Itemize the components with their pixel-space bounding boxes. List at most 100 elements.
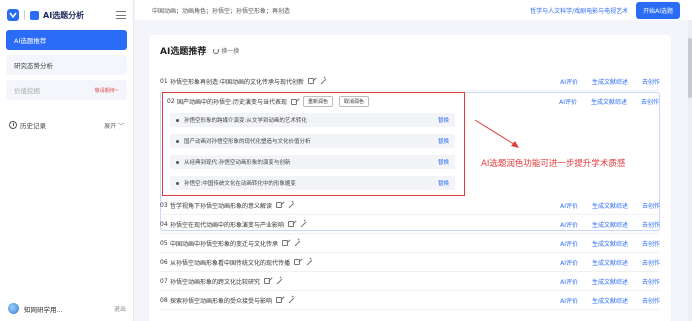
polish-wand-icon[interactable]: [300, 218, 307, 227]
history-label: 历史记录: [20, 122, 46, 130]
edit-icon[interactable]: [308, 78, 315, 84]
ai-evaluate-link[interactable]: AI评价: [560, 277, 578, 286]
refresh-icon: [213, 47, 220, 54]
polish-wand-icon[interactable]: [320, 75, 327, 84]
row-actions: AI评价 生成文献综述 去创作: [546, 239, 660, 248]
highlight-box: [162, 92, 465, 196]
topic-row[interactable]: 01 孙悟空形象再创造:中国动画的文化传承与现代创新 AI评价 生成文献综述 去…: [160, 72, 660, 91]
nav-item-label: AI选题推荐: [14, 37, 47, 45]
logo-icon[interactable]: [7, 9, 19, 21]
ai-evaluate-link[interactable]: AI评价: [560, 239, 578, 248]
generate-review-link[interactable]: 生成文献综述: [592, 296, 628, 305]
row-title: 孙悟空形象再创造:中国动画的文化传承与现代创新: [170, 78, 305, 86]
generate-review-link[interactable]: 生成文献综述: [592, 201, 628, 210]
row-title: 孙悟空在现代动画中的形象演变与产业影响: [170, 221, 285, 229]
go-create-link[interactable]: 去创作: [642, 201, 660, 210]
sidebar-header: AI选题分析: [0, 0, 133, 30]
topic-row[interactable]: 03 哲学视角下孙悟空动画形象的意义解读 AI评价 生成文献综述 去创作: [160, 196, 660, 215]
generate-review-link[interactable]: 生成文献综述: [592, 239, 628, 248]
row-number: 03: [160, 201, 168, 209]
start-ai-topic-button[interactable]: 开始AI选题: [636, 1, 680, 19]
card-header: AI选题推荐 换一换: [149, 35, 671, 66]
row-actions: AI评价 生成文献综述 去创作: [545, 97, 659, 106]
edit-icon[interactable]: [276, 297, 283, 303]
polish-wand-icon[interactable]: [288, 294, 295, 303]
generate-review-link[interactable]: 生成文献综述: [591, 97, 627, 106]
generate-review-link[interactable]: 生成文献综述: [592, 220, 628, 229]
nav-item-topic-recommend[interactable]: AI选题推荐: [6, 30, 127, 50]
row-number: 04: [160, 220, 168, 228]
refresh-label: 换一换: [221, 48, 240, 55]
keywords-text: 中国动画；动画角色；孙悟空；孙悟空形象；再创造: [152, 7, 291, 15]
annotation-text: AI选题润色功能可进一步提升学术质感: [481, 159, 626, 169]
row-actions: AI评价 生成文献综述 去创作: [546, 220, 660, 229]
card-title: AI选题推荐: [160, 47, 207, 57]
row-number: 07: [160, 277, 168, 285]
polish-wand-icon[interactable]: [288, 199, 295, 208]
app-icon: [30, 10, 39, 20]
generate-review-link[interactable]: 生成文献综述: [592, 277, 628, 286]
row-title: 从孙悟空动画形象看中国传统文化的现代传播: [170, 259, 291, 267]
logout-button[interactable]: 退出: [114, 304, 126, 313]
generate-review-link[interactable]: 生成文献综述: [592, 77, 628, 86]
ai-evaluate-link[interactable]: AI评价: [560, 258, 578, 267]
row-number: 01: [160, 77, 168, 85]
row-title: 孙悟空动画形象的跨文化比较研究: [170, 278, 261, 286]
row-actions: AI评价 生成文献综述 去创作: [546, 296, 660, 305]
refresh-button[interactable]: 换一换: [213, 46, 239, 55]
topic-row[interactable]: 07 孙悟空动画形象的跨文化比较研究 AI评价 生成文献综述 去创作: [160, 272, 660, 291]
nav-item-research-trends[interactable]: 研究态势分析: [6, 55, 127, 75]
row-number: 06: [160, 258, 168, 266]
edit-icon[interactable]: [276, 202, 283, 208]
generate-review-link[interactable]: 生成文献综述: [592, 258, 628, 267]
user-name: 知网研学用...: [24, 305, 63, 314]
edit-icon[interactable]: [288, 221, 295, 227]
row-actions: AI评价 生成文献综述 去创作: [546, 201, 660, 210]
ai-evaluate-link[interactable]: AI评价: [560, 296, 578, 305]
topbar: 中国动画；动画角色；孙悟空；孙悟空形象；再创造 哲学与人文科学/戏剧电影与电视艺…: [135, 0, 692, 20]
discipline-link[interactable]: 哲学与人文科学/戏剧电影与电视艺术: [530, 6, 628, 15]
edit-icon[interactable]: [264, 278, 271, 284]
topic-row[interactable]: 08 探索孙悟空动画形象的受众接受与影响 AI评价 生成文献综述 去创作: [160, 291, 660, 310]
sidebar: AI选题分析 AI选题推荐 研究态势分析 价值挖掘 敬请期待~ 历史记录 展开 …: [0, 0, 134, 321]
row-title: 哲学视角下孙悟空动画形象的意义解读: [170, 202, 273, 210]
go-create-link[interactable]: 去创作: [642, 239, 660, 248]
ai-evaluate-link[interactable]: AI评价: [559, 97, 577, 106]
app-title: AI选题分析: [43, 10, 85, 20]
polish-wand-icon[interactable]: [306, 256, 313, 265]
row-actions: AI评价 生成文献综述 去创作: [546, 277, 660, 286]
ai-evaluate-link[interactable]: AI评价: [560, 77, 578, 86]
divider: [24, 10, 25, 20]
row-title: 中国动画中孙悟空形象的变迁与文化传承: [170, 240, 279, 248]
go-create-link[interactable]: 去创作: [641, 97, 659, 106]
nav-item-value-mining[interactable]: 价值挖掘 敬请期待~: [6, 80, 127, 100]
polish-wand-icon[interactable]: [276, 275, 283, 284]
topic-row[interactable]: 04 孙悟空在现代动画中的形象演变与产业影响 AI评价 生成文献综述 去创作: [160, 215, 660, 234]
go-create-link[interactable]: 去创作: [642, 296, 660, 305]
ai-evaluate-link[interactable]: AI评价: [560, 220, 578, 229]
scrollbar[interactable]: [688, 20, 692, 321]
nav-item-label: 价值挖掘: [14, 87, 40, 95]
row-number: 05: [160, 239, 168, 247]
row-actions: AI评价 生成文献综述 去创作: [546, 258, 660, 267]
topic-row[interactable]: 05 中国动画中孙悟空形象的变迁与文化传承 AI评价 生成文献综述 去创作: [160, 234, 660, 253]
row-number: 08: [160, 296, 168, 304]
ai-evaluate-link[interactable]: AI评价: [560, 201, 578, 210]
polish-wand-icon[interactable]: [294, 237, 301, 246]
go-create-link[interactable]: 去创作: [642, 220, 660, 229]
collapse-sidebar-icon[interactable]: [116, 11, 126, 19]
edit-icon[interactable]: [294, 259, 301, 265]
go-create-link[interactable]: 去创作: [642, 77, 660, 86]
edit-icon[interactable]: [282, 240, 289, 246]
row-actions: AI评价 生成文献综述 去创作: [546, 77, 660, 86]
expand-history-button[interactable]: 展开 ﹀: [104, 121, 124, 130]
user-footer: 知网研学用... 退出: [0, 303, 134, 314]
history-icon: [9, 121, 17, 129]
coming-soon-badge: 敬请期待~: [94, 87, 119, 94]
avatar[interactable]: [8, 303, 19, 314]
go-create-link[interactable]: 去创作: [642, 277, 660, 286]
nav-item-label: 研究态势分析: [14, 62, 53, 70]
topic-row[interactable]: 06 从孙悟空动画形象看中国传统文化的现代传播 AI评价 生成文献综述 去创作: [160, 253, 660, 272]
history-section[interactable]: 历史记录 展开 ﹀: [0, 120, 133, 130]
go-create-link[interactable]: 去创作: [642, 258, 660, 267]
